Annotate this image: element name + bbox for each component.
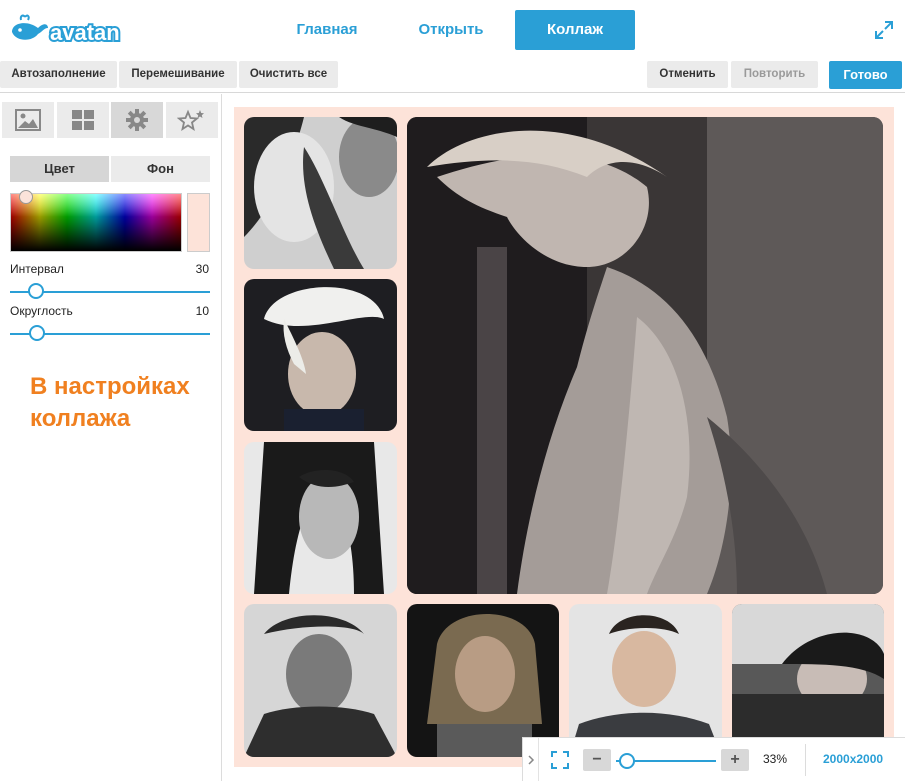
clear-all-button[interactable]: Очистить все (239, 61, 338, 88)
background-segment-button[interactable]: Фон (111, 156, 210, 182)
collage-photo[interactable] (244, 117, 397, 269)
zoom-divider (805, 744, 806, 776)
fit-screen-icon[interactable] (551, 751, 569, 769)
zoombar-toggle[interactable] (523, 738, 539, 781)
sidebar-tabs (2, 102, 218, 138)
promo-caption: В настройках коллажа (30, 373, 190, 432)
nav-open-link[interactable]: Открыть (412, 10, 490, 50)
roundness-value: 10 (195, 304, 209, 318)
undo-button[interactable]: Отменить (647, 61, 728, 88)
expand-icon[interactable] (872, 18, 896, 42)
app-header: avatan Главная Открыть Коллаж (0, 0, 905, 58)
autofill-button[interactable]: Автозаполнение (0, 61, 117, 88)
collage-canvas (234, 107, 894, 767)
tab-photos[interactable] (2, 102, 54, 138)
canvas-size-button[interactable]: 2000x2000 (823, 752, 883, 766)
gear-icon (126, 109, 148, 131)
image-icon (15, 109, 41, 131)
selected-color-swatch[interactable] (187, 193, 210, 252)
whale-icon (12, 14, 48, 40)
roundness-label: Округлость (10, 304, 73, 318)
interval-slider-thumb[interactable] (28, 283, 44, 299)
tab-settings[interactable] (111, 102, 163, 138)
collage-photo[interactable] (244, 279, 397, 431)
collage-photo[interactable] (244, 604, 397, 757)
zoom-out-button[interactable]: − (583, 749, 611, 771)
nav-home-link[interactable]: Главная (290, 10, 364, 50)
chevron-right-icon (527, 755, 534, 765)
zoom-in-button[interactable]: + (721, 749, 749, 771)
collage-canvas-area (223, 94, 905, 781)
tab-layouts[interactable] (57, 102, 109, 138)
collage-photo[interactable] (569, 604, 722, 757)
avatan-logo[interactable]: avatan (8, 12, 133, 48)
collage-photo[interactable] (732, 604, 884, 757)
collage-toolbar: Автозаполнение Перемешивание Очистить вс… (0, 58, 905, 93)
tab-effects[interactable] (166, 102, 218, 138)
collage-photo[interactable] (407, 604, 559, 757)
interval-label: Интервал (10, 262, 64, 276)
roundness-slider-thumb[interactable] (29, 325, 45, 341)
done-button[interactable]: Готово (829, 61, 902, 89)
logo-text: avatan (50, 20, 120, 45)
zoom-slider-thumb[interactable] (619, 753, 635, 769)
shuffle-button[interactable]: Перемешивание (119, 61, 237, 88)
color-segment-button[interactable]: Цвет (10, 156, 109, 182)
stars-icon (177, 109, 204, 131)
zoom-percent: 33% (763, 752, 788, 766)
grid-layout-icon (72, 110, 94, 130)
palette-picker-handle[interactable] (19, 190, 33, 204)
collage-photo-large[interactable] (407, 117, 883, 594)
collage-photo[interactable] (244, 442, 397, 594)
settings-sidebar: Цвет Фон Интервал 30 Округлость 10 В нас… (0, 94, 222, 781)
nav-collage-tab[interactable]: Коллаж (515, 10, 635, 50)
zoom-bar: − + 33% 2000x2000 (522, 737, 905, 781)
interval-value: 30 (195, 262, 209, 276)
redo-button[interactable]: Повторить (731, 61, 818, 88)
color-palette[interactable] (10, 190, 182, 252)
